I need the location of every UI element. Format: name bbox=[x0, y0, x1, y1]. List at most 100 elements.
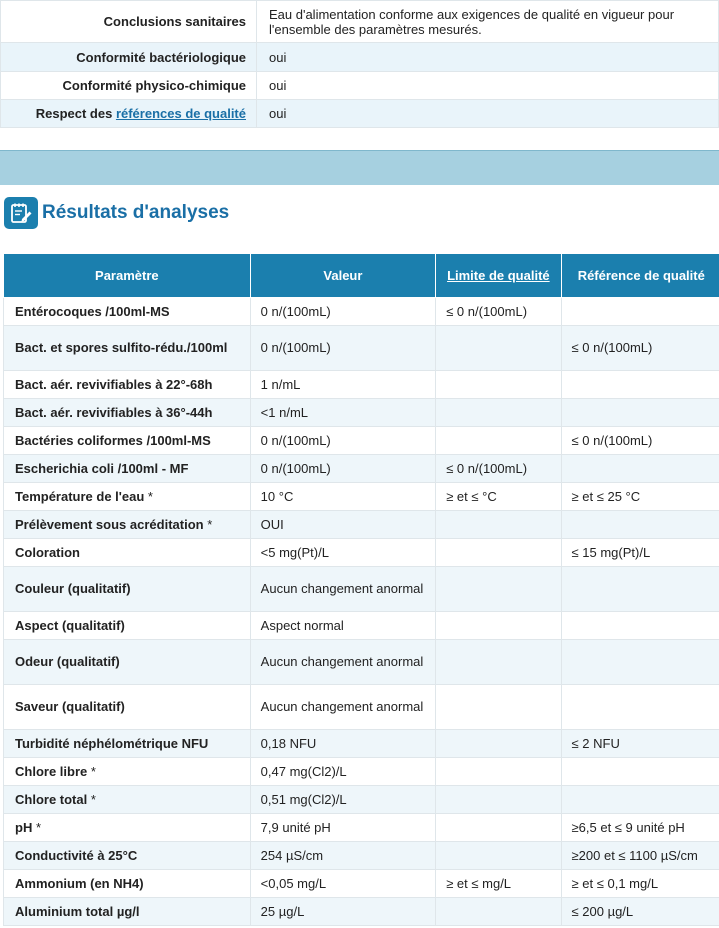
parameter-name: pH bbox=[15, 819, 33, 835]
table-row: Couleur (qualitatif) Aucun changement ano… bbox=[3, 566, 719, 612]
cell-parameter: Bact. et spores sulfito-rédu./100ml bbox=[3, 325, 251, 371]
results-table: Paramètre Valeur Limite de qualité Référ… bbox=[3, 253, 719, 926]
cell-limit bbox=[435, 611, 562, 640]
quality-reference-link[interactable]: références de qualité bbox=[116, 106, 246, 121]
notepad-pencil-icon bbox=[4, 197, 38, 229]
parameter-name: Ammonium (en NH4) bbox=[15, 875, 144, 891]
cell-limit: ≥ et ≤ mg/L bbox=[435, 869, 562, 898]
cell-value: 254 µS/cm bbox=[249, 841, 437, 870]
parameter-name: Conductivité à 25°C bbox=[15, 847, 138, 863]
cell-parameter: Entérocoques /100ml-MS bbox=[3, 297, 251, 326]
cell-limit bbox=[435, 538, 562, 567]
cell-value: 25 µg/L bbox=[249, 897, 437, 926]
cell-value: OUI bbox=[249, 510, 437, 539]
cell-reference bbox=[560, 370, 719, 399]
cell-reference: ≤ 0 n/(100mL) bbox=[560, 426, 719, 455]
bacterio-conformity-row: Conformité bactériologique oui bbox=[0, 42, 719, 72]
cell-reference: ≥ et ≤ 25 °C bbox=[560, 482, 719, 511]
cell-parameter: Chlore total * bbox=[3, 785, 251, 814]
parameter-name: Coloration bbox=[15, 544, 80, 560]
parameter-name: Température de l'eau bbox=[15, 488, 145, 504]
cell-parameter: Conductivité à 25°C bbox=[3, 841, 251, 870]
cell-value: 0,51 mg(Cl2)/L bbox=[249, 785, 437, 814]
results-body: Entérocoques /100ml-MS 0 n/(100mL) ≤ 0 n/(… bbox=[3, 297, 719, 926]
parameter-name: Entérocoques /100ml-MS bbox=[15, 303, 170, 319]
cell-value: 0 n/(100mL) bbox=[249, 426, 437, 455]
parameter-name: Aspect (qualitatif) bbox=[15, 617, 125, 633]
table-row: Coloration <5 mg(Pt)/L ≤ 15 mg(Pt)/L bbox=[3, 538, 719, 567]
cell-parameter: Température de l'eau * bbox=[3, 482, 251, 511]
quality-reference-label: Respect des références de qualité bbox=[0, 99, 257, 128]
table-row: Prélèvement sous acréditation * OUI bbox=[3, 510, 719, 539]
table-row: Aspect (qualitatif) Aspect normal bbox=[3, 611, 719, 640]
accreditation-star: * bbox=[203, 516, 213, 532]
cell-value: 7,9 unité pH bbox=[249, 813, 437, 842]
cell-value: <1 n/mL bbox=[249, 398, 437, 427]
parameter-name: Odeur (qualitatif) bbox=[15, 654, 120, 669]
quality-reference-value: oui bbox=[256, 99, 719, 128]
cell-limit bbox=[435, 897, 562, 926]
table-row: Escherichia coli /100ml - MF 0 n/(100mL) ≤… bbox=[3, 454, 719, 483]
section-banner bbox=[0, 150, 719, 185]
cell-reference bbox=[560, 566, 719, 612]
cell-value: Aucun changement anormal bbox=[249, 566, 437, 612]
table-row: Bactéries coliformes /100ml-MS 0 n/(100mL… bbox=[3, 426, 719, 455]
table-row: Bact. et spores sulfito-rédu./100ml 0 n/(… bbox=[3, 325, 719, 371]
cell-parameter: Aspect (qualitatif) bbox=[3, 611, 251, 640]
conclusions-label: Conclusions sanitaires bbox=[0, 0, 257, 43]
parameter-name: Bact. aér. revivifiables à 36°-44h bbox=[15, 404, 213, 420]
conclusions-value: Eau d'alimentation conforme aux exigence… bbox=[256, 0, 719, 43]
cell-reference: ≥ et ≤ 0,1 mg/L bbox=[560, 869, 719, 898]
cell-parameter: Prélèvement sous acréditation * bbox=[3, 510, 251, 539]
cell-value: 0 n/(100mL) bbox=[249, 297, 437, 326]
cell-parameter: Odeur (qualitatif) bbox=[3, 639, 251, 685]
parameter-name: Chlore libre bbox=[15, 763, 88, 779]
physchem-conformity-label: Conformité physico-chimique bbox=[0, 71, 257, 100]
quality-reference-prefix: Respect des bbox=[35, 106, 116, 121]
cell-parameter: Escherichia coli /100ml - MF bbox=[3, 454, 251, 483]
cell-parameter: pH * bbox=[3, 813, 251, 842]
table-row: Chlore libre * 0,47 mg(Cl2)/L bbox=[3, 757, 719, 786]
bacterio-conformity-value: oui bbox=[256, 42, 719, 72]
cell-parameter: Aluminium total µg/l bbox=[3, 897, 251, 926]
cell-reference bbox=[560, 398, 719, 427]
header-value: Valeur bbox=[249, 253, 437, 298]
cell-limit: ≤ 0 n/(100mL) bbox=[435, 297, 562, 326]
cell-limit: ≥ et ≤ °C bbox=[435, 482, 562, 511]
cell-parameter: Chlore libre * bbox=[3, 757, 251, 786]
cell-limit bbox=[435, 325, 562, 371]
table-row: Turbidité néphélométrique NFU 0,18 NFU ≤ 2… bbox=[3, 729, 719, 758]
accreditation-star: * bbox=[87, 791, 96, 807]
cell-limit bbox=[435, 729, 562, 758]
cell-limit bbox=[435, 510, 562, 539]
parameter-name: Bactéries coliformes /100ml-MS bbox=[15, 432, 211, 448]
cell-limit: ≤ 0 n/(100mL) bbox=[435, 454, 562, 483]
cell-reference bbox=[560, 757, 719, 786]
cell-parameter: Bact. aér. revivifiables à 36°-44h bbox=[3, 398, 251, 427]
accreditation-star: * bbox=[32, 819, 42, 835]
cell-parameter: Coloration bbox=[3, 538, 251, 567]
physchem-conformity-row: Conformité physico-chimique oui bbox=[0, 71, 719, 100]
accreditation-star: * bbox=[87, 763, 96, 779]
cell-limit bbox=[435, 426, 562, 455]
cell-value: 0,47 mg(Cl2)/L bbox=[249, 757, 437, 786]
section-header: Résultats d'analyses bbox=[0, 185, 719, 241]
table-row: Température de l'eau * 10 °C ≥ et ≤ °C ≥ et… bbox=[3, 482, 719, 511]
cell-reference bbox=[560, 639, 719, 685]
cell-value: 0 n/(100mL) bbox=[249, 325, 437, 371]
cell-reference bbox=[560, 785, 719, 814]
parameter-name: Escherichia coli /100ml - MF bbox=[15, 460, 189, 476]
cell-limit bbox=[435, 370, 562, 399]
cell-parameter: Bact. aér. revivifiables à 22°-68h bbox=[3, 370, 251, 399]
cell-reference: ≤ 15 mg(Pt)/L bbox=[560, 538, 719, 567]
header-limit-link[interactable]: Limite de qualité bbox=[447, 268, 550, 283]
cell-limit bbox=[435, 813, 562, 842]
table-row: Chlore total * 0,51 mg(Cl2)/L bbox=[3, 785, 719, 814]
cell-value: 10 °C bbox=[249, 482, 437, 511]
cell-limit bbox=[435, 785, 562, 814]
cell-value: Aucun changement anormal bbox=[249, 684, 437, 730]
physchem-conformity-value: oui bbox=[256, 71, 719, 100]
cell-reference bbox=[560, 510, 719, 539]
table-row: Bact. aér. revivifiables à 22°-68h 1 n/mL bbox=[3, 370, 719, 399]
cell-value: 1 n/mL bbox=[249, 370, 437, 399]
